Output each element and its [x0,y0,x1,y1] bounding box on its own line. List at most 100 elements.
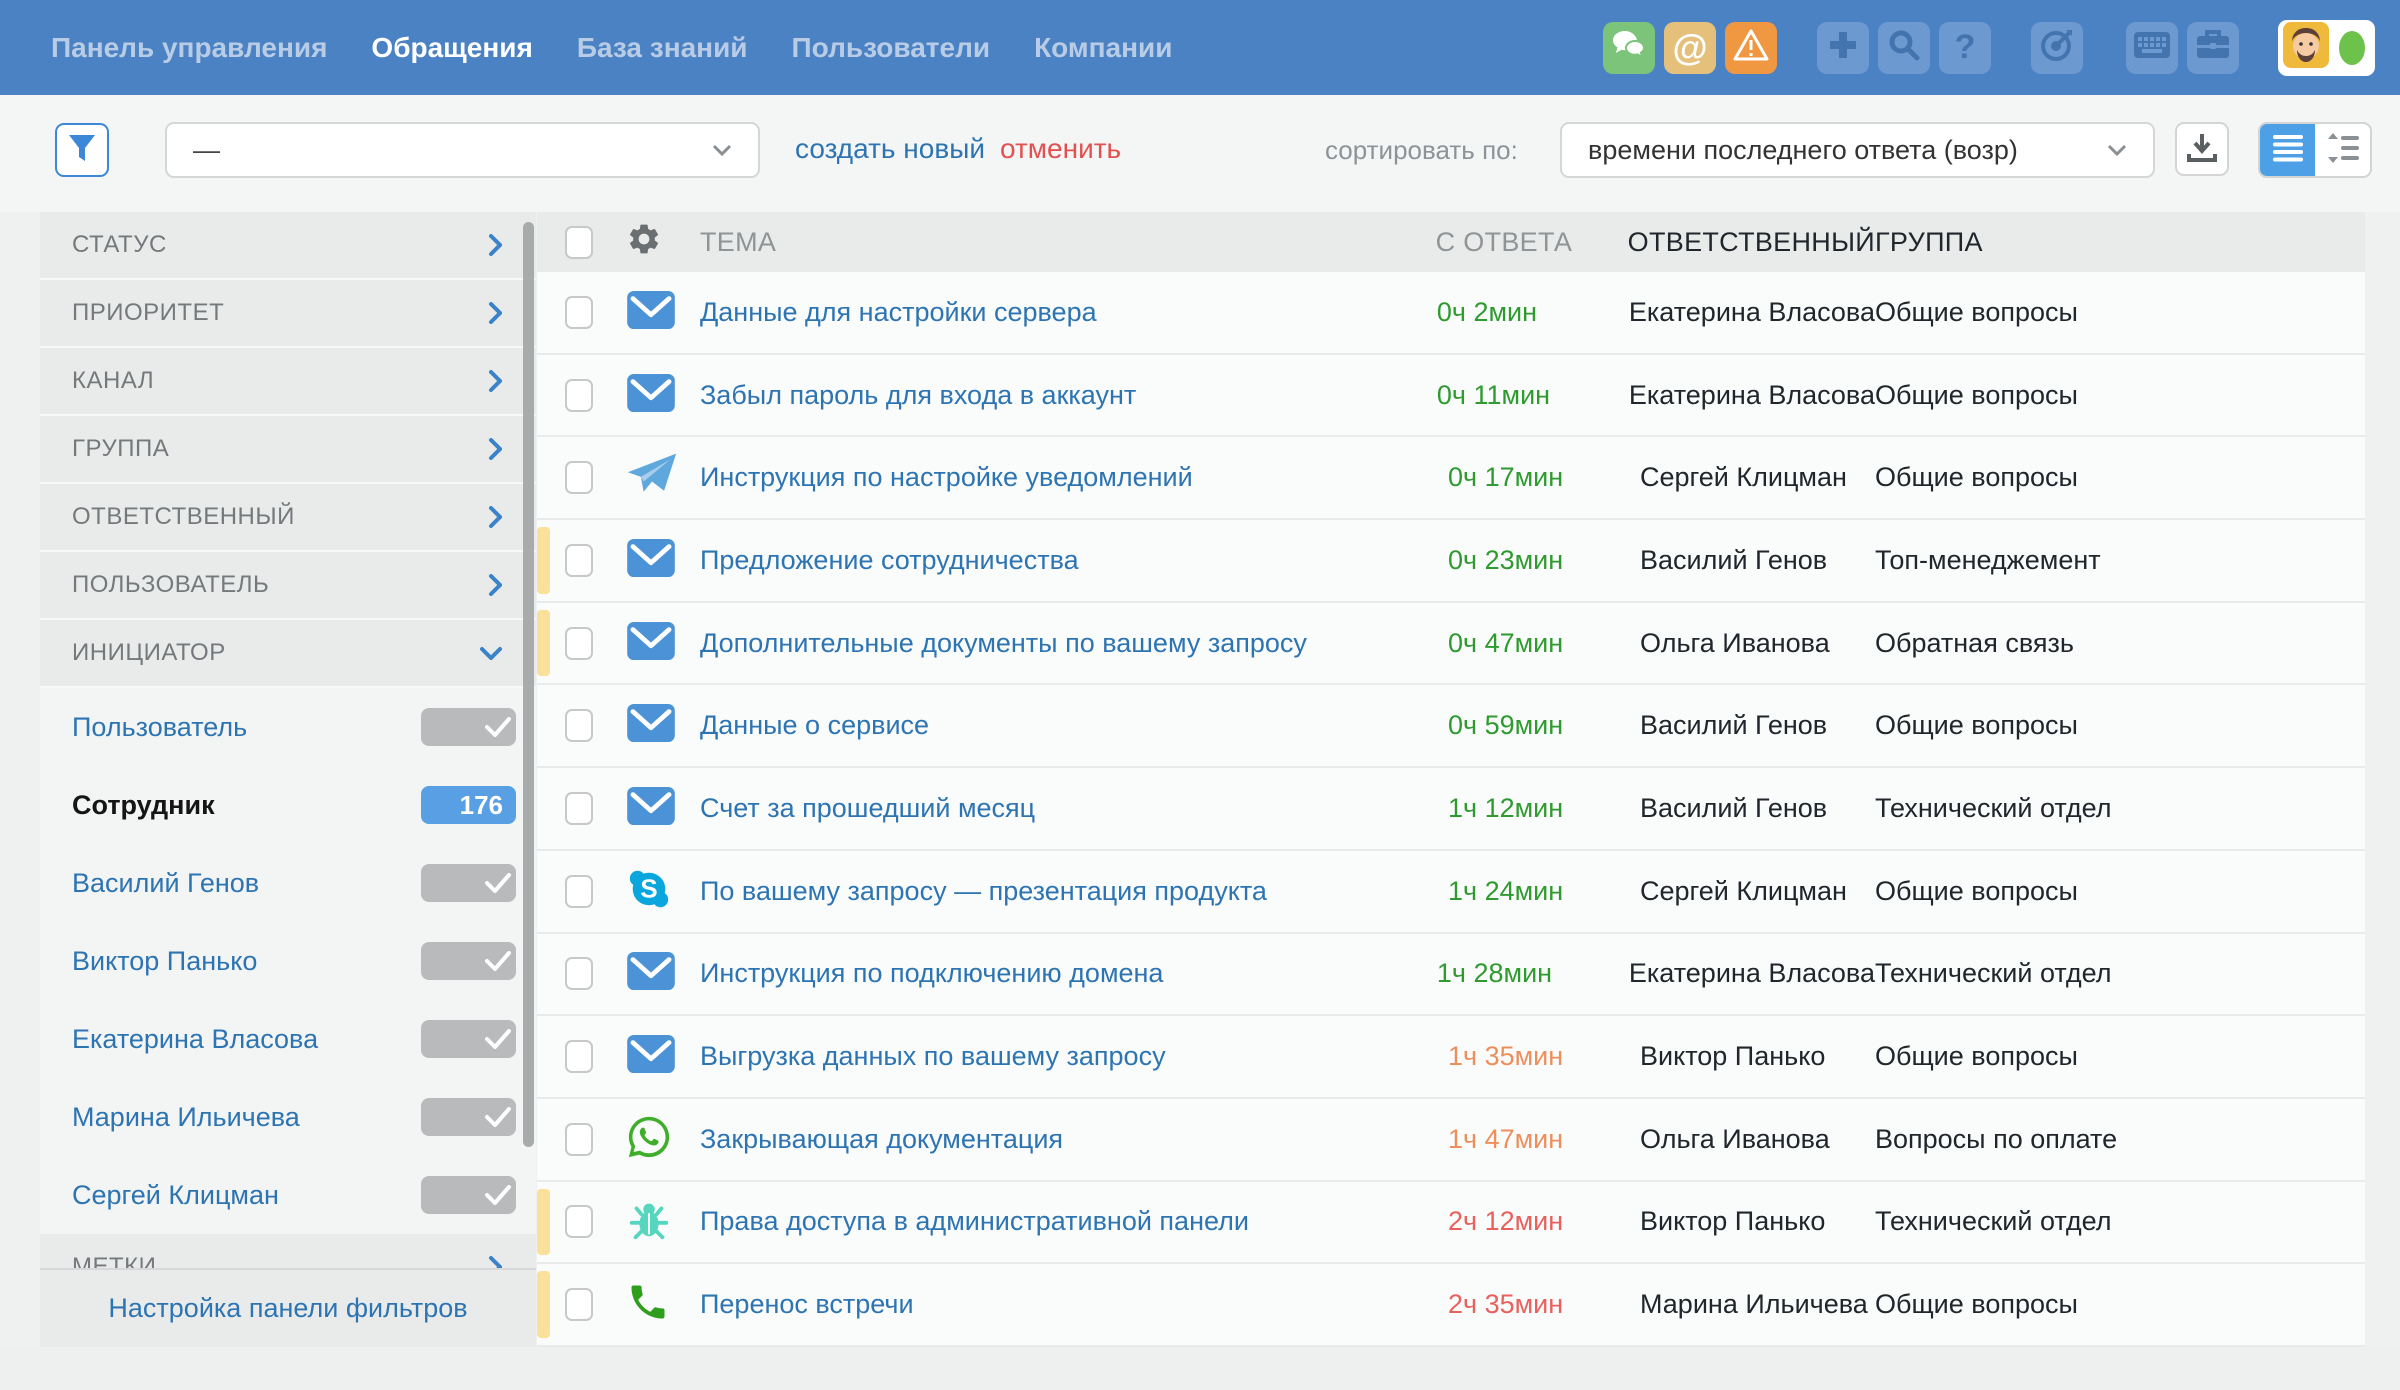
sidebar-scrollbar[interactable] [523,222,534,1147]
user-menu[interactable] [2278,20,2375,76]
nav-item-4[interactable]: Компании [1034,32,1172,64]
header-responsible[interactable]: ОТВЕТСТВЕННЫЙ [1628,227,1875,258]
ticket-row-1[interactable]: Забыл пароль для входа в аккаунт0ч 11мин… [537,355,2365,438]
search-button[interactable] [1878,22,1930,74]
ticket-subject-link[interactable]: По вашему запросу — презентация продукта [700,876,1267,906]
sidebar-section-2[interactable]: КАНАЛ [40,348,536,416]
ticket-row-2[interactable]: Инструкция по настройке уведомлений0ч 17… [537,437,2365,520]
list-toolbar: — создать новый отменить сортировать по:… [0,95,2400,212]
row-checkbox[interactable] [565,957,593,990]
header-since[interactable]: С ОТВЕТА [1436,227,1628,258]
sidebar-section-initiator[interactable]: ИНИЦИАТОР [40,620,536,688]
row-checkbox[interactable] [565,1040,593,1073]
header-group[interactable]: ГРУППА [1875,227,2365,258]
filter-check-toggle[interactable] [421,942,516,980]
ticket-subject-link[interactable]: Инструкция по настройке уведомлений [700,462,1193,492]
sidebar-section-5[interactable]: ПОЛЬЗОВАТЕЛЬ [40,552,536,620]
ticket-subject-link[interactable]: Счет за прошедший месяц [700,793,1035,823]
ticket-subject-link[interactable]: Предложение сотрудничества [700,545,1079,575]
nav-item-3[interactable]: Пользователи [792,32,991,64]
nav-icon-buttons: @ ? [1603,0,2375,95]
filter-panel-button[interactable] [55,123,109,177]
ticket-row-12[interactable]: Перенос встречи2ч 35минМарина ИльичеваОб… [537,1264,2365,1347]
cancel-filter-link[interactable]: отменить [1000,133,1121,165]
sort-select[interactable]: времени последнего ответа (возр) [1560,122,2155,178]
ticket-since-time: 2ч 12мин [1448,1206,1640,1237]
nav-item-2[interactable]: База знаний [577,32,748,64]
work-tools-button[interactable] [2187,22,2239,74]
ticket-row-5[interactable]: Данные о сервисе0ч 59минВасилий ГеновОбщ… [537,685,2365,768]
ticket-row-6[interactable]: Счет за прошедший месяц1ч 12минВасилий Г… [537,768,2365,851]
help-button[interactable]: ? [1939,22,1991,74]
sidebar-section-4[interactable]: ОТВЕТСТВЕННЫЙ [40,484,536,552]
ticket-group: Общие вопросы [1875,1289,2365,1320]
alerts-button[interactable] [1725,22,1777,74]
keyboard-button[interactable] [2126,22,2178,74]
question-icon: ? [1955,28,1976,67]
initiator-item-0: Пользователь [40,688,536,766]
page-bottom-strip [0,1347,2400,1390]
ticket-row-8[interactable]: Инструкция по подключению домена1ч 28мин… [537,934,2365,1017]
ticket-subject-link[interactable]: Инструкция по подключению домена [700,958,1163,988]
row-checkbox[interactable] [565,1288,593,1321]
sidebar-section-label: СТАТУС [72,231,488,259]
row-checkbox[interactable] [565,1123,593,1156]
create-new-filter-link[interactable]: создать новый [795,133,985,165]
ticket-responsible: Василий Генов [1640,545,1875,576]
nav-item-0[interactable]: Панель управления [51,32,327,64]
initiator-item-4: Екатерина Власова [40,1000,536,1078]
row-checkbox[interactable] [565,875,593,908]
ticket-row-9[interactable]: Выгрузка данных по вашему запросу1ч 35ми… [537,1016,2365,1099]
ticket-row-0[interactable]: Данные для настройки сервера0ч 2минЕкате… [537,272,2365,355]
row-checkbox[interactable] [565,544,593,577]
filter-check-toggle[interactable] [421,1020,516,1058]
mentions-button[interactable]: @ [1664,22,1716,74]
target-icon [2039,27,2075,68]
filter-check-toggle[interactable] [421,864,516,902]
nav-item-1[interactable]: Обращения [371,32,532,64]
ticket-subject-link[interactable]: Забыл пароль для входа в аккаунт [700,380,1136,410]
row-checkbox[interactable] [565,461,593,494]
row-checkbox[interactable] [565,792,593,825]
select-all-checkbox[interactable] [565,226,593,259]
sidebar-section-1[interactable]: ПРИОРИТЕТ [40,280,536,348]
row-checkbox[interactable] [565,709,593,742]
list-view-button[interactable] [2260,124,2315,176]
row-checkbox[interactable] [565,379,593,412]
add-button[interactable] [1817,22,1869,74]
ticket-subject-link[interactable]: Данные для настройки сервера [700,297,1097,327]
ticket-subject-link[interactable]: Выгрузка данных по вашему запросу [700,1041,1166,1071]
goals-button[interactable] [2031,22,2083,74]
ticket-row-10[interactable]: Закрывающая документация1ч 47минОльга Ив… [537,1099,2365,1182]
sidebar-section-0[interactable]: СТАТУС [40,212,536,280]
check-icon [485,951,511,971]
filter-check-toggle[interactable] [421,1098,516,1136]
row-checkbox[interactable] [565,627,593,660]
ticket-subject-link[interactable]: Права доступа в административной панели [700,1206,1249,1236]
ticket-row-11[interactable]: Права доступа в административной панели 2… [537,1182,2365,1265]
tickets-table: ТЕМА С ОТВЕТА ОТВЕТСТВЕННЫЙ ГРУППА Данны… [537,212,2365,1347]
ticket-responsible: Виктор Панько [1640,1041,1875,1072]
filter-check-toggle[interactable] [421,708,516,746]
header-subject[interactable]: ТЕМА [700,227,1436,258]
export-download-button[interactable] [2175,122,2229,176]
ticket-subject-link[interactable]: Закрывающая документация [700,1124,1063,1154]
ticket-subject-link[interactable]: Перенос встречи [700,1289,914,1319]
row-checkbox[interactable] [565,1205,593,1238]
filter-panel-settings-link[interactable]: Настройка панели фильтров [108,1293,467,1324]
ticket-row-4[interactable]: Дополнительные документы по вашему запро… [537,603,2365,686]
sidebar-section-3[interactable]: ГРУППА [40,416,536,484]
mail-channel-icon [626,290,676,335]
columns-settings-gear-icon[interactable] [626,221,662,263]
chevron-down-icon [712,144,732,156]
ticket-row-3[interactable]: Предложение сотрудничества0ч 23минВасили… [537,520,2365,603]
ticket-row-7[interactable]: SПо вашему запросу — презентация продукт… [537,851,2365,934]
saved-filter-select[interactable]: — [165,122,760,178]
row-height-view-button[interactable] [2315,124,2370,176]
chevron-right-icon [488,574,502,596]
filter-check-toggle[interactable] [421,1176,516,1214]
ticket-subject-link[interactable]: Данные о сервисе [700,710,929,740]
ticket-subject-link[interactable]: Дополнительные документы по вашему запро… [700,628,1307,658]
row-checkbox[interactable] [565,296,593,329]
chat-button[interactable] [1603,22,1655,74]
